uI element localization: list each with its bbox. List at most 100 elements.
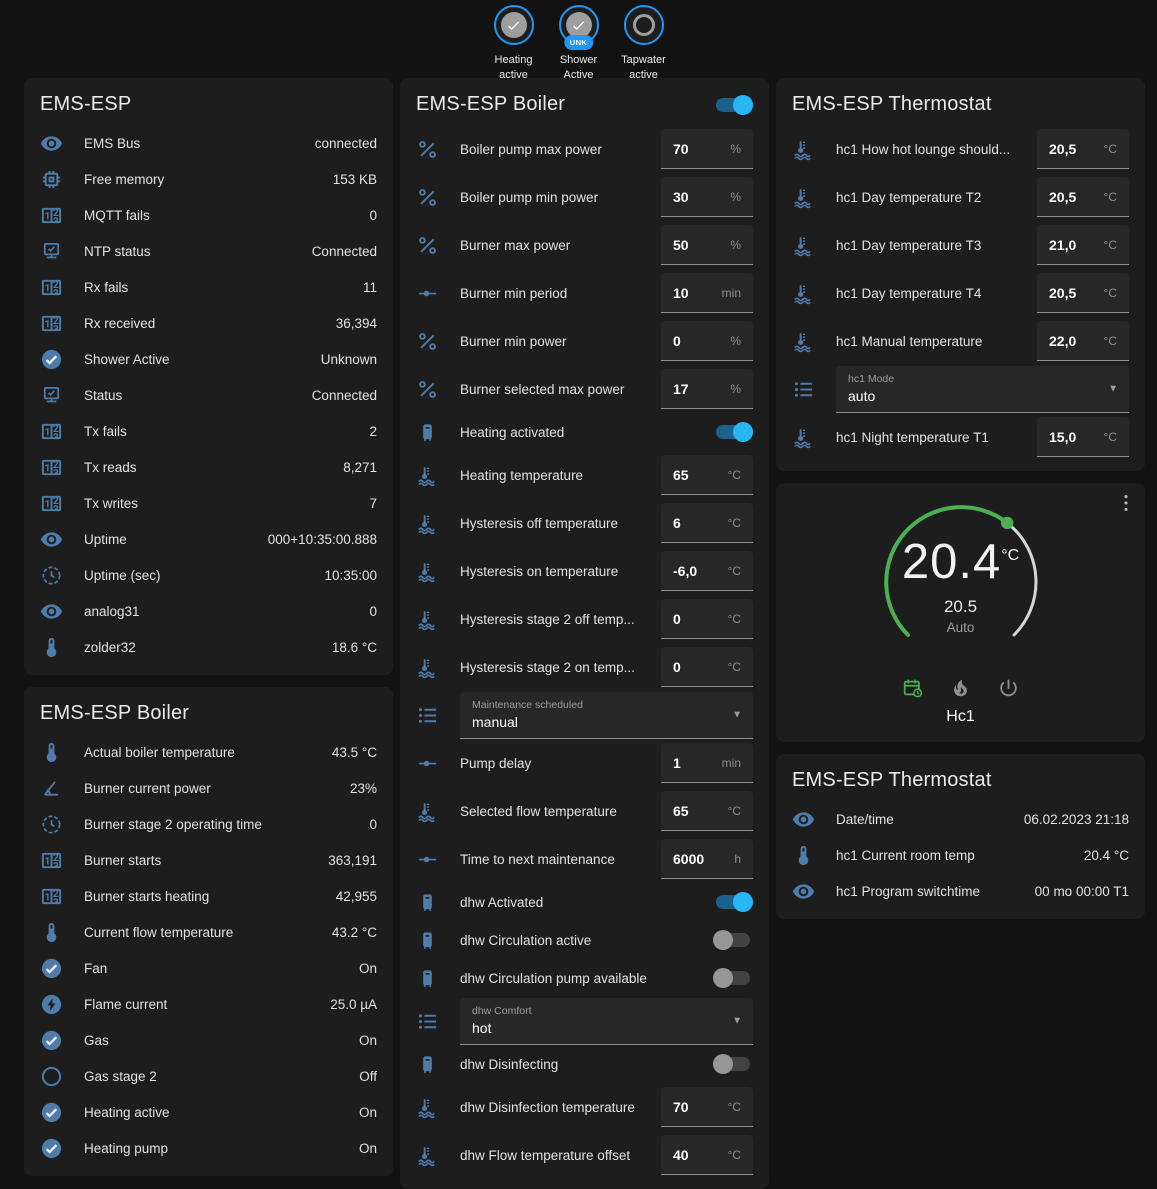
number-input[interactable]: 65 °C [661,455,753,495]
entity-row[interactable]: Fan On [40,950,377,986]
counter-icon [40,456,63,479]
entity-row[interactable]: analog31 0 [40,593,377,629]
number-input[interactable]: 6 °C [661,503,753,543]
number-input[interactable]: 20,5 °C [1037,177,1129,217]
badge-heating-active[interactable]: Heating active [483,5,545,83]
entity-value: On [359,1033,377,1048]
number-input[interactable]: 20,5 °C [1037,273,1129,313]
entity-row[interactable]: Shower Active Unknown [40,341,377,377]
select-value: auto [848,388,1101,404]
entity-row[interactable]: Burner starts 363,191 [40,842,377,878]
number-input[interactable]: 50 % [661,225,753,265]
number-unit: h [734,852,741,866]
number-input[interactable]: -6,0 °C [661,551,753,591]
entity-row[interactable]: zolder32 18.6 °C [40,629,377,665]
power-icon[interactable] [997,677,1020,699]
toggle-switch[interactable] [716,971,750,985]
circle-outline-icon [633,14,655,36]
entity-row[interactable]: Tx writes 7 [40,485,377,521]
thermometer-water-icon [416,1096,439,1119]
entity-row[interactable]: Status Connected [40,377,377,413]
entity-row[interactable]: Date/time 06.02.2023 21:18 [792,801,1129,837]
number-value: 20,5 [1049,189,1076,205]
badge-tapwater-active[interactable]: Tapwater active [613,5,675,83]
entity-row[interactable]: Burner stage 2 operating time 0 [40,806,377,842]
chevron-down-icon: ▼ [732,709,742,720]
select-field[interactable]: hc1 Mode auto ▼ [836,366,1129,413]
entity-row[interactable]: Flame current 25.0 µA [40,986,377,1022]
fire-icon[interactable] [949,677,972,699]
entity-row[interactable]: Heating active On [40,1094,377,1130]
number-input[interactable]: 10 min [661,273,753,313]
number-input[interactable]: 17 % [661,369,753,409]
entity-row[interactable]: Heating pump On [40,1130,377,1166]
entity-row: hc1 Day temperature T4 20,5 °C [792,269,1129,317]
toggle-switch[interactable] [716,933,750,947]
number-input[interactable]: 22,0 °C [1037,321,1129,361]
number-input[interactable]: 15,0 °C [1037,417,1129,457]
number-input[interactable]: 21,0 °C [1037,225,1129,265]
number-input[interactable]: 0 °C [661,647,753,687]
number-input[interactable]: 20,5 °C [1037,129,1129,169]
entity-row[interactable]: Uptime (sec) 10:35:00 [40,557,377,593]
percent-icon [416,138,439,161]
select-field[interactable]: dhw Comfort hot ▼ [460,998,753,1045]
entity-row[interactable]: EMS Bus connected [40,125,377,161]
entity-row[interactable]: Current flow temperature 43.2 °C [40,914,377,950]
column-middle: EMS-ESP Boiler Boiler pump max power 70 … [400,78,769,1189]
select-field[interactable]: Maintenance scheduled manual ▼ [460,692,753,739]
calendar-clock-icon[interactable] [901,677,924,699]
entity-row[interactable]: MQTT fails 0 [40,197,377,233]
number-input[interactable]: 40 °C [661,1135,753,1175]
check-circle-icon [40,1101,63,1124]
entity-row[interactable]: Gas stage 2 Off [40,1058,377,1094]
percent-icon [416,378,439,401]
card-header-toggle[interactable] [716,98,750,112]
entity-row[interactable]: Tx reads 8,271 [40,449,377,485]
entity-row[interactable]: Free memory 153 KB [40,161,377,197]
entity-row[interactable]: Burner starts heating 42,955 [40,878,377,914]
entity-label: dhw Circulation active [460,933,716,948]
entity-label: Hysteresis off temperature [460,516,661,531]
entity-value: On [359,1141,377,1156]
hvac-mode: Auto [947,620,975,635]
number-input[interactable]: 65 °C [661,791,753,831]
entity-row: dhw Disinfection temperature 70 °C [416,1083,753,1131]
number-value: 17 [673,381,689,397]
water-heater-icon [416,891,439,914]
entity-row[interactable]: Burner current power 23% [40,770,377,806]
select-label: dhw Comfort [472,1005,725,1017]
toggle-switch[interactable] [716,425,750,439]
kebab-menu-icon[interactable] [1115,492,1137,514]
number-input[interactable]: 70 °C [661,1087,753,1127]
number-input[interactable]: 0 % [661,321,753,361]
card-ems-esp-boiler-controls: EMS-ESP Boiler Boiler pump max power 70 … [400,78,769,1189]
thermometer-water-icon [416,608,439,631]
badge-shower-active[interactable]: UNK Shower Active [548,5,610,83]
entity-value: 363,191 [328,853,377,868]
toggle-switch[interactable] [716,895,750,909]
number-input[interactable]: 0 °C [661,599,753,639]
entity-row[interactable]: Actual boiler temperature 43.5 °C [40,734,377,770]
thermometer-water-icon [416,1144,439,1167]
entity-row[interactable]: NTP status Connected [40,233,377,269]
number-input[interactable]: 1 min [661,743,753,783]
number-input[interactable]: 6000 h [661,839,753,879]
card-ems-esp-boiler: EMS-ESP Boiler Actual boiler temperature… [24,687,393,1176]
water-heater-icon [416,1053,439,1076]
entity-row[interactable]: hc1 Program switchtime 00 mo 00:00 T1 [792,873,1129,909]
toggle-switch[interactable] [716,1057,750,1071]
entity-row[interactable]: hc1 Current room temp 20.4 °C [792,837,1129,873]
entity-row[interactable]: Rx fails 11 [40,269,377,305]
number-unit: % [730,142,741,156]
entity-row[interactable]: Rx received 36,394 [40,305,377,341]
thermostat-dial[interactable]: 20.4°C 20.5 Auto [876,497,1046,667]
entity-row[interactable]: Tx fails 2 [40,413,377,449]
number-unit: °C [1104,238,1117,252]
number-input[interactable]: 30 % [661,177,753,217]
entity-row[interactable]: Gas On [40,1022,377,1058]
entity-row[interactable]: Uptime 000+10:35:00.888 [40,521,377,557]
entity-value: 20.4 °C [1084,848,1129,863]
number-value: 10 [673,285,689,301]
number-input[interactable]: 70 % [661,129,753,169]
